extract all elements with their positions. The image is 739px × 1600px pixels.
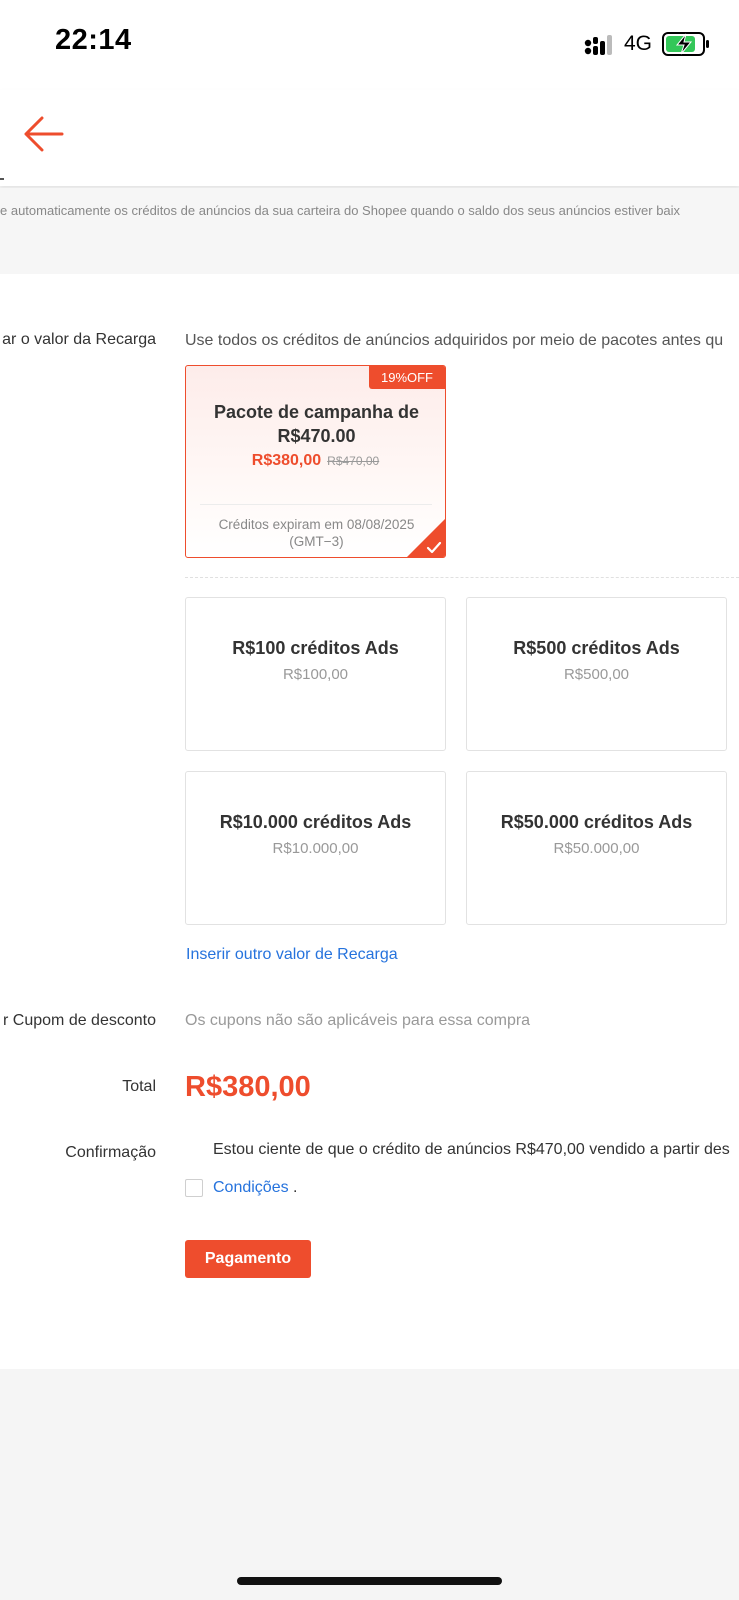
network-type: 4G [624, 32, 653, 55]
conditions-suffix: . [288, 1179, 298, 1196]
credit-option-100[interactable]: R$100 créditos Ads R$100,00 [185, 597, 446, 751]
auto-recharge-info-band [0, 188, 739, 274]
section-divider [185, 577, 739, 578]
credit-option-price: R$100,00 [282, 666, 349, 683]
status-time: 22:14 [55, 24, 132, 56]
credit-option-price: R$10.000,00 [272, 840, 359, 857]
credit-option-title: R$500 créditos Ads [513, 638, 680, 658]
total-label: Total [122, 1078, 156, 1095]
payment-button[interactable]: Pagamento [185, 1240, 311, 1278]
credit-option-50000[interactable]: R$50.000 créditos Ads R$50.000,00 [466, 771, 727, 925]
campaign-divider [200, 504, 432, 505]
conditions-link[interactable]: Condições [213, 1179, 289, 1196]
campaign-expiry: Créditos expiram em 08/08/2025 (GMT−3) [218, 517, 415, 549]
selected-check-icon [407, 519, 445, 557]
header-mark [0, 178, 4, 180]
credit-option-title: R$100 créditos Ads [232, 638, 399, 658]
total-value: R$380,00 [185, 1071, 311, 1103]
auto-recharge-info-text: e automaticamente os créditos de anúncio… [0, 203, 681, 218]
credit-option-price: R$500,00 [563, 666, 630, 683]
home-indicator[interactable] [237, 1577, 502, 1585]
recharge-value-label: ar o valor da Recarga [2, 331, 156, 348]
other-value-link[interactable]: Inserir outro valor de Recarga [186, 946, 398, 964]
campaign-package-title: Pacote de campanha de R$470.00 [213, 402, 420, 446]
back-arrow-icon[interactable] [22, 114, 66, 154]
credit-option-10000[interactable]: R$10.000 créditos Ads R$10.000,00 [185, 771, 446, 925]
credit-option-title: R$10.000 créditos Ads [219, 812, 412, 832]
battery-charging-icon [662, 32, 709, 56]
campaign-prices: R$380,00 R$470,00 [186, 452, 445, 470]
signal-icon [584, 35, 612, 55]
confirmation-text: Estou ciente de que o crédito de anúncio… [213, 1141, 730, 1158]
campaign-package-card[interactable]: 19%OFF Pacote de campanha de R$470.00 R$… [185, 365, 446, 558]
confirmation-label: Confirmação [65, 1144, 156, 1161]
top-header [0, 90, 739, 186]
coupon-unavailable-text: Os cupons não são aplicáveis para essa c… [185, 1012, 531, 1029]
package-rule-text: Use todos os créditos de anúncios adquir… [185, 332, 724, 349]
discount-badge: 19%OFF [369, 366, 445, 389]
campaign-price: R$380,00 [251, 452, 322, 469]
coupon-label: r Cupom de desconto [3, 1012, 156, 1029]
campaign-original-price: R$470,00 [327, 454, 380, 468]
conditions-line: Condições . [213, 1179, 298, 1197]
credit-option-500[interactable]: R$500 créditos Ads R$500,00 [466, 597, 727, 751]
credit-option-title: R$50.000 créditos Ads [500, 812, 693, 832]
terms-checkbox[interactable] [185, 1179, 203, 1197]
credit-option-price: R$50.000,00 [553, 840, 640, 857]
